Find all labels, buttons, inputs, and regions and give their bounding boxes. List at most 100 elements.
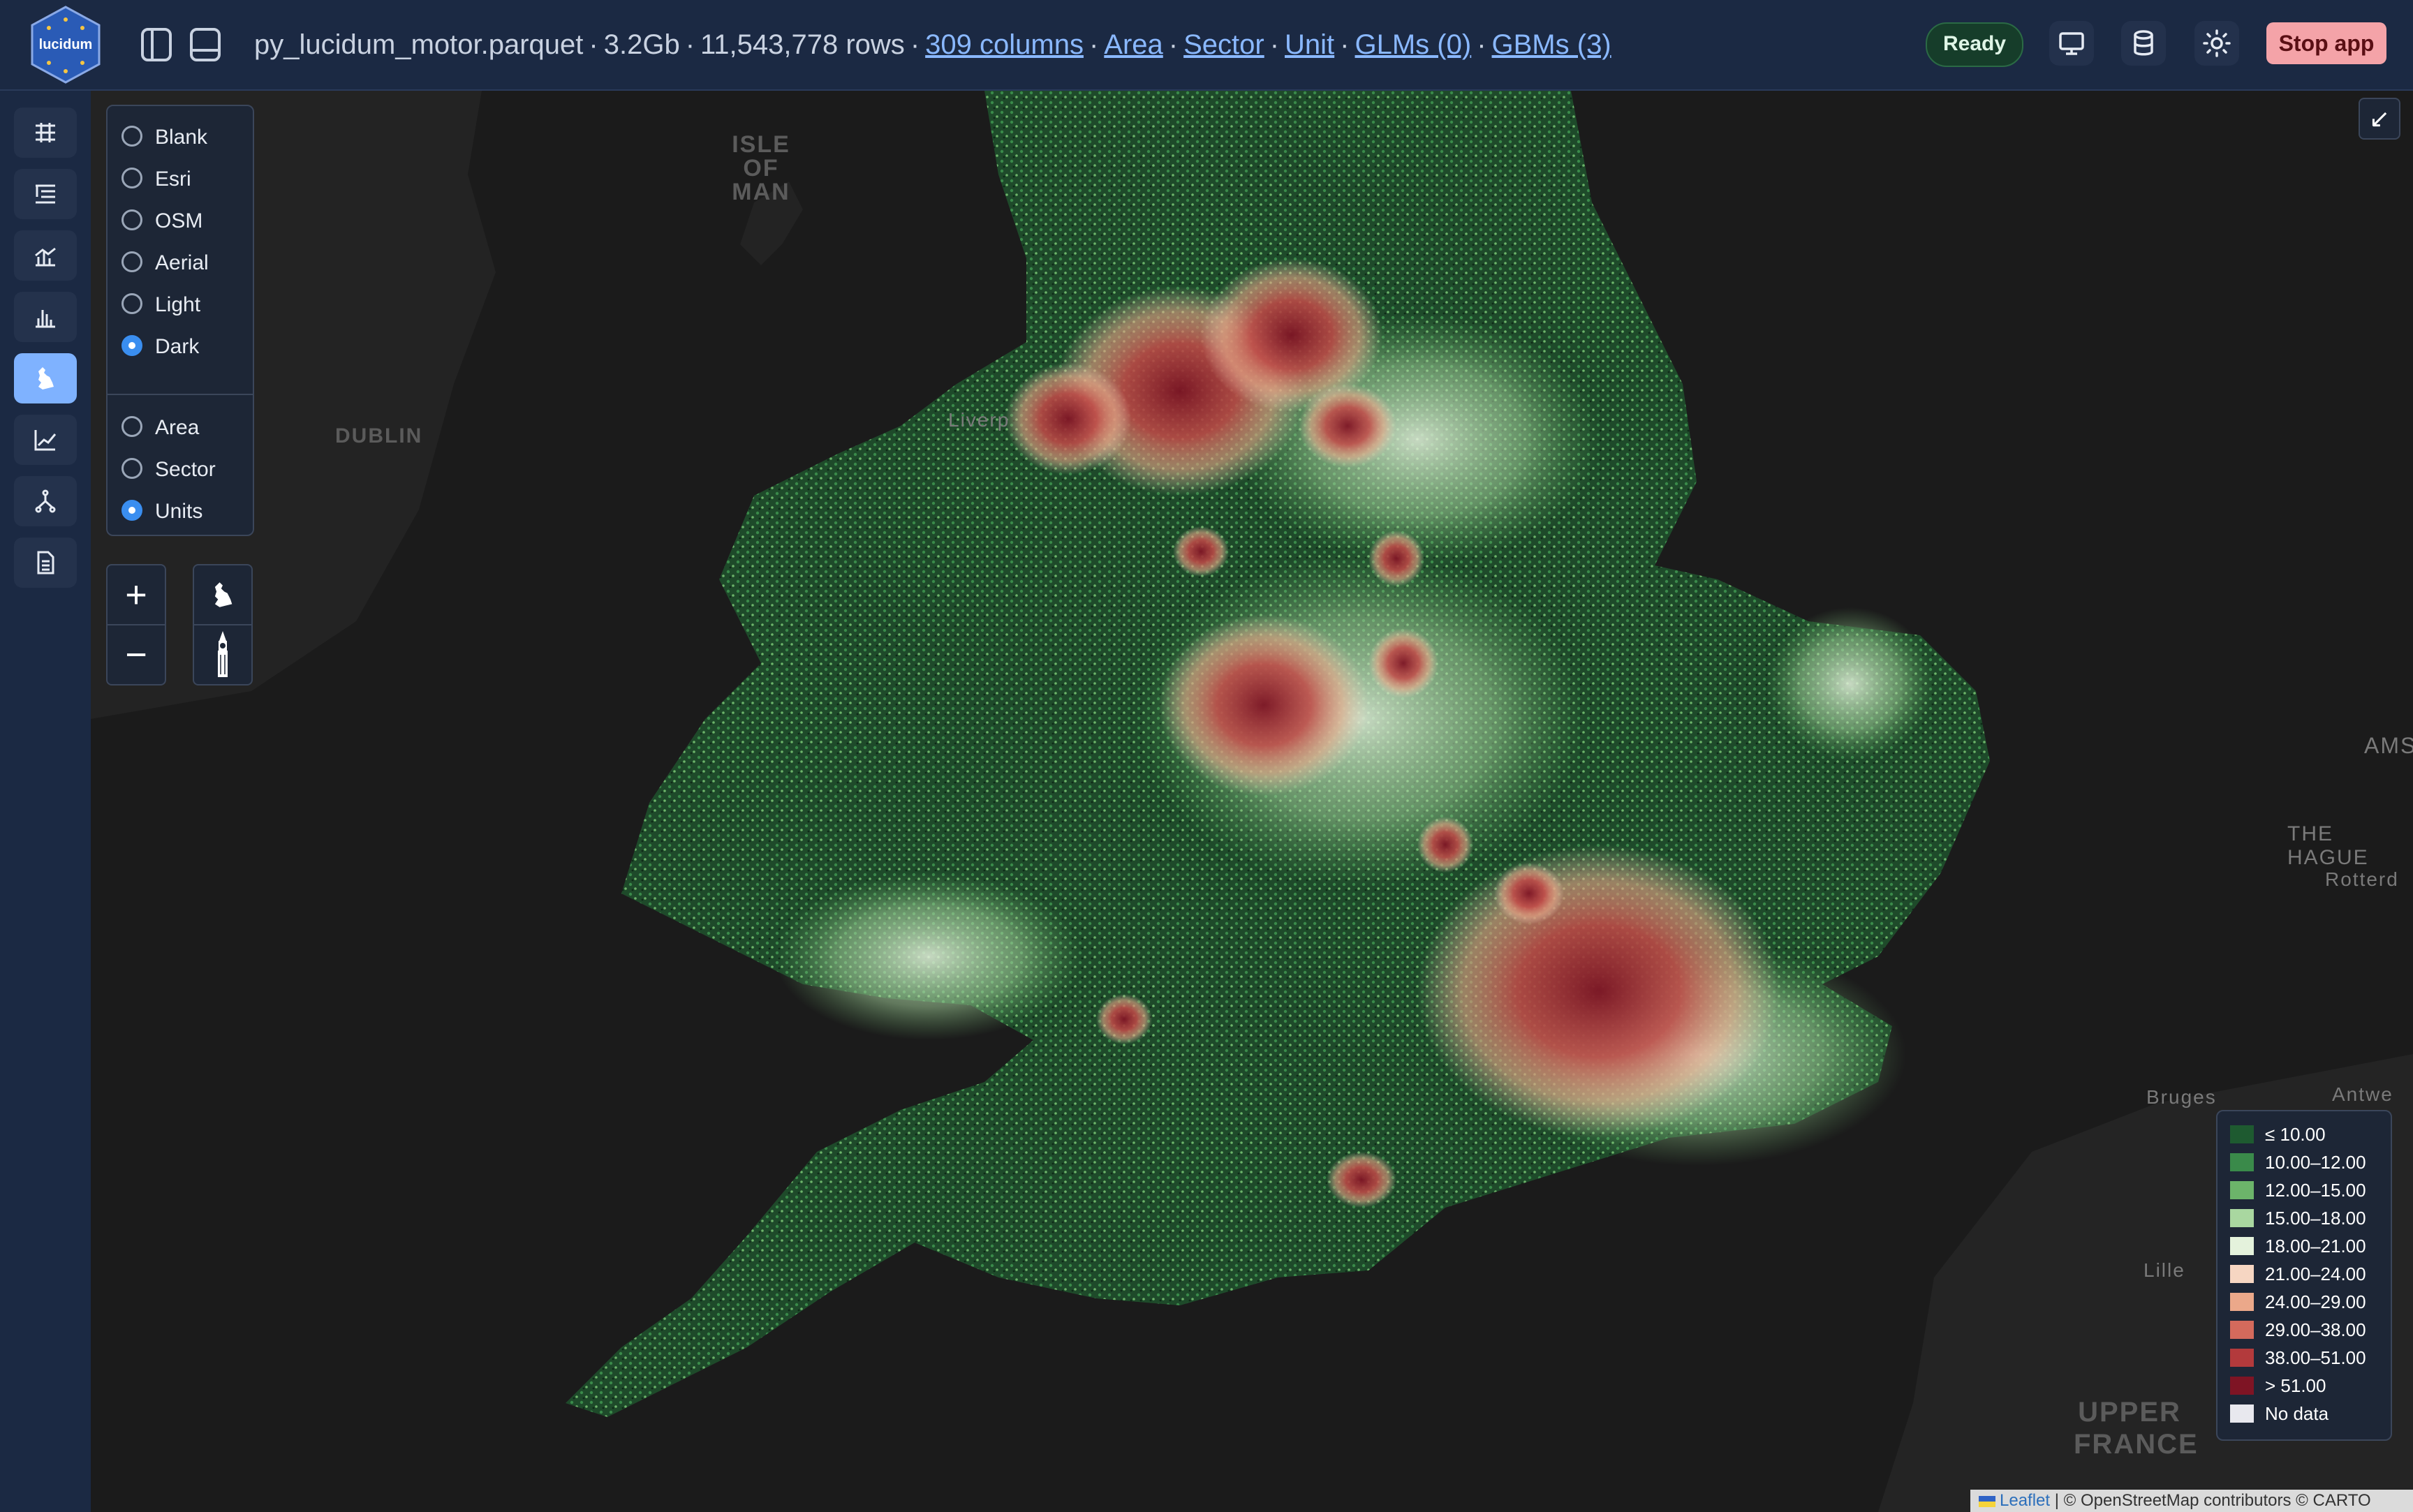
- radio-button[interactable]: [121, 126, 142, 147]
- legend-item: 15.00–18.00: [2230, 1205, 2366, 1231]
- level-option-units[interactable]: Units: [121, 494, 202, 529]
- basemap-option-aerial[interactable]: Aerial: [121, 246, 209, 281]
- logo-text: lucidum: [39, 37, 93, 52]
- map-canvas[interactable]: [91, 91, 2413, 1512]
- sidebar-item-table[interactable]: [14, 108, 77, 158]
- toggle-sidebar-button[interactable]: [138, 25, 175, 64]
- legend-swatch: [2230, 1293, 2254, 1312]
- sidebar: [0, 91, 91, 1512]
- radio-button[interactable]: [121, 168, 142, 189]
- glms-link[interactable]: GLMs (0): [1355, 29, 1472, 60]
- place-label-upper: UPPER: [2078, 1397, 2181, 1428]
- zoom-in-button[interactable]: +: [108, 565, 165, 625]
- panel-divider: [108, 394, 253, 395]
- level-option-sector[interactable]: Sector: [121, 452, 216, 487]
- radio-button[interactable]: [121, 293, 142, 315]
- basemap-option-dark[interactable]: Dark: [121, 329, 199, 364]
- basemap-option-light[interactable]: Light: [121, 288, 200, 323]
- fit-london-button[interactable]: [194, 625, 251, 684]
- legend-swatch: [2230, 1125, 2254, 1144]
- sidebar-item-map[interactable]: [14, 353, 77, 403]
- gbms-link[interactable]: GBMs (3): [1492, 29, 1611, 60]
- legend-item: 29.00–38.00: [2230, 1317, 2366, 1343]
- radio-button-selected[interactable]: [121, 335, 142, 357]
- database-button[interactable]: [2121, 21, 2166, 66]
- zoom-control: + −: [106, 564, 166, 685]
- bar-line-chart-icon: [35, 247, 56, 267]
- legend-item: 38.00–51.00: [2230, 1344, 2366, 1371]
- legend-item: 10.00–12.00: [2230, 1149, 2366, 1176]
- legend-swatch: [2230, 1377, 2254, 1395]
- columns-link[interactable]: 309 columns: [925, 29, 1084, 60]
- basemap-option-esri[interactable]: Esri: [121, 162, 191, 197]
- sidebar-item-line-chart[interactable]: [14, 415, 77, 465]
- line-chart-icon: [34, 430, 57, 451]
- sidebar-item-report[interactable]: [14, 538, 77, 588]
- app-header: lucidum py_lucidum_motor.parquet · 3.2Gb · 1…: [0, 0, 2413, 91]
- map-attribution: Leaflet | © OpenStreetMap contributors ©…: [1970, 1490, 2413, 1512]
- level-option-area[interactable]: Area: [121, 410, 199, 445]
- legend-item: 21.00–24.00: [2230, 1261, 2366, 1287]
- histogram-icon: [36, 310, 55, 328]
- zoom-out-button[interactable]: −: [108, 625, 165, 684]
- legend-swatch: [2230, 1321, 2254, 1340]
- row-count: 11,543,778 rows: [700, 29, 905, 60]
- legend-swatch: [2230, 1237, 2254, 1256]
- ukraine-flag-icon: [1979, 1495, 1995, 1507]
- basemap-layer-panel: Blank Esri OSM Aerial Light Dark Area Se…: [106, 105, 254, 536]
- radio-button[interactable]: [121, 251, 142, 273]
- status-badge: Ready: [1926, 22, 2023, 67]
- legend-item: 24.00–29.00: [2230, 1289, 2366, 1315]
- map-view[interactable]: ISLE OF MAN DUBLIN Liverp THE HAGUE Rott…: [91, 91, 2413, 1512]
- radio-button-selected[interactable]: [121, 500, 142, 521]
- lucidum-logo: lucidum: [28, 4, 103, 85]
- place-label-man: MAN: [732, 179, 790, 205]
- sidebar-item-tree[interactable]: [14, 476, 77, 526]
- radio-button[interactable]: [121, 458, 142, 480]
- dataset-name: py_lucidum_motor.parquet: [254, 29, 584, 60]
- table-icon: [36, 123, 55, 142]
- place-label-antwerp: Antwe: [2332, 1083, 2393, 1105]
- map-legend: ≤ 10.00 10.00–12.00 12.00–15.00 15.00–18…: [2216, 1110, 2392, 1441]
- dataset-size: 3.2Gb: [603, 29, 680, 60]
- place-label-lille: Lille: [2143, 1259, 2185, 1281]
- legend-swatch: [2230, 1181, 2254, 1200]
- radio-button[interactable]: [121, 209, 142, 231]
- toggle-bottom-panel-button[interactable]: [187, 25, 223, 64]
- legend-swatch: [2230, 1404, 2254, 1423]
- place-label-of: OF: [743, 155, 779, 181]
- tree-icon: [35, 489, 56, 513]
- sidebar-item-list[interactable]: [14, 169, 77, 219]
- basemap-option-blank[interactable]: Blank: [121, 120, 207, 155]
- place-label-france: FRANCE: [2074, 1429, 2199, 1460]
- monitor-icon: [2059, 32, 2084, 55]
- document-icon: [37, 551, 54, 575]
- stop-app-button[interactable]: Stop app: [2266, 22, 2386, 64]
- hotspot-birmingham: [1159, 614, 1368, 796]
- monitor-button[interactable]: [2049, 21, 2094, 66]
- place-label-isle: ISLE: [732, 131, 790, 158]
- sidebar-item-histogram[interactable]: [14, 292, 77, 342]
- sidebar-item-bar-line-chart[interactable]: [14, 230, 77, 281]
- leaflet-link[interactable]: Leaflet: [2000, 1491, 2050, 1510]
- legend-swatch: [2230, 1153, 2254, 1172]
- uk-map-icon: [38, 367, 54, 390]
- dataset-info: py_lucidum_motor.parquet · 3.2Gb · 11,543,77…: [254, 29, 1611, 60]
- unit-link[interactable]: Unit: [1285, 29, 1334, 60]
- basemap-option-osm[interactable]: OSM: [121, 204, 202, 239]
- radio-button[interactable]: [121, 416, 142, 438]
- area-link[interactable]: Area: [1104, 29, 1163, 60]
- hotspot-london: [1417, 845, 1780, 1138]
- sector-link[interactable]: Sector: [1183, 29, 1264, 60]
- legend-item: 18.00–21.00: [2230, 1233, 2366, 1259]
- collapse-map-button[interactable]: ↙: [2359, 98, 2400, 140]
- fit-uk-button[interactable]: [194, 565, 251, 625]
- hotspot-liverpool: [1005, 363, 1131, 475]
- legend-item: 12.00–15.00: [2230, 1177, 2366, 1203]
- legend-swatch: [2230, 1209, 2254, 1228]
- place-label-rotterdam: Rotterd: [2325, 868, 2399, 890]
- big-ben-icon: [218, 631, 228, 677]
- theme-toggle-button[interactable]: [2194, 21, 2239, 66]
- legend-swatch: [2230, 1349, 2254, 1368]
- place-label-bruges: Bruges: [2146, 1086, 2217, 1108]
